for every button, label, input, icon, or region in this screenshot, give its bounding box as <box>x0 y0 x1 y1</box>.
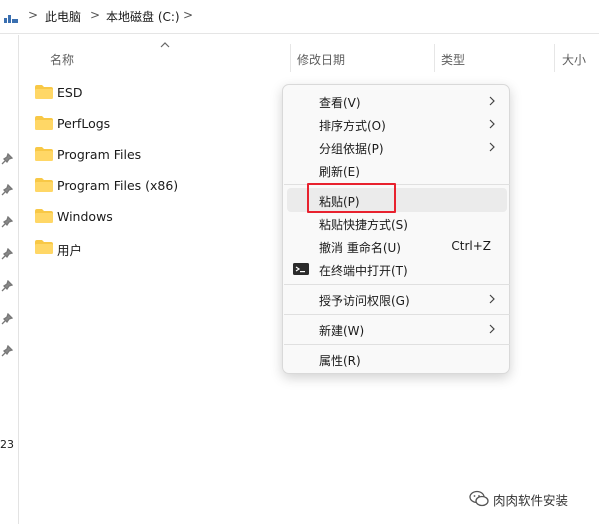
folder-icon <box>35 178 53 192</box>
wechat-icon <box>469 490 489 507</box>
list-item[interactable]: Windows <box>35 207 275 229</box>
folder-icon <box>35 116 53 130</box>
list-item[interactable]: 用户 <box>35 238 275 260</box>
menu-item-label: 粘贴快捷方式(S) <box>319 218 408 232</box>
folder-icon <box>35 209 53 223</box>
chevron-right-icon <box>489 119 495 129</box>
file-name: ESD <box>57 85 83 100</box>
column-header-name[interactable]: 名称 <box>50 51 74 68</box>
breadcrumb-separator[interactable]: > <box>183 8 193 22</box>
breadcrumb-local-disk[interactable]: 本地磁盘 (C:) <box>106 8 180 25</box>
this-pc-icon <box>4 15 18 23</box>
menu-item-view[interactable]: 查看(V) <box>287 89 507 113</box>
chevron-right-icon <box>489 96 495 106</box>
annotation-highlight-box <box>307 183 396 213</box>
menu-divider <box>284 284 510 285</box>
column-divider[interactable] <box>290 44 291 72</box>
menu-item-label: 属性(R) <box>319 354 361 368</box>
menu-item-label: 新建(W) <box>319 324 365 338</box>
column-divider[interactable] <box>554 44 555 72</box>
chevron-right-icon <box>489 294 495 304</box>
menu-item-paste-shortcut[interactable]: 粘贴快捷方式(S) <box>287 211 507 235</box>
pin-icon <box>1 313 13 325</box>
menu-item-label: 撤消 重命名(U) <box>319 241 401 255</box>
column-header-type[interactable]: 类型 <box>441 51 465 68</box>
nav-item-truncated[interactable]: 23 <box>0 438 14 451</box>
chevron-right-icon <box>489 324 495 334</box>
pin-icon <box>1 248 13 260</box>
column-header-modified[interactable]: 修改日期 <box>297 51 345 68</box>
folder-icon <box>35 85 53 99</box>
breadcrumb-this-pc[interactable]: 此电脑 <box>45 8 81 25</box>
chevron-right-icon <box>489 142 495 152</box>
shortcut-hint: Ctrl+Z <box>451 239 491 253</box>
menu-item-group-by[interactable]: 分组依据(P) <box>287 135 507 159</box>
list-item[interactable]: Program Files (x86) <box>35 176 275 198</box>
column-divider[interactable] <box>434 44 435 72</box>
pin-icon <box>1 216 13 228</box>
menu-item-sort-by[interactable]: 排序方式(O) <box>287 112 507 136</box>
pin-icon <box>1 280 13 292</box>
menu-divider <box>284 314 510 315</box>
watermark-text: 肉肉软件安装 <box>493 493 569 508</box>
pin-icon <box>1 345 13 357</box>
address-bar[interactable]: > 此电脑 > 本地磁盘 (C:) > <box>0 0 599 34</box>
menu-item-label: 刷新(E) <box>319 165 360 179</box>
file-name: Program Files <box>57 147 142 162</box>
menu-item-label: 在终端中打开(T) <box>319 264 408 278</box>
context-menu: 查看(V) 排序方式(O) 分组依据(P) 刷新(E) 粘贴(P) 粘贴快捷方式… <box>282 84 510 374</box>
menu-item-label: 授予访问权限(G) <box>319 294 410 308</box>
folder-icon <box>35 240 53 254</box>
pin-icon <box>1 184 13 196</box>
file-name: Windows <box>57 209 113 224</box>
file-name: Program Files (x86) <box>57 178 179 193</box>
column-header-size[interactable]: 大小 <box>562 51 586 68</box>
list-item[interactable]: ESD <box>35 83 275 105</box>
menu-item-open-in-terminal[interactable]: 在终端中打开(T) <box>287 257 507 281</box>
file-name: 用户 <box>57 243 83 258</box>
menu-item-label: 分组依据(P) <box>319 142 384 156</box>
menu-divider <box>284 344 510 345</box>
navigation-pane[interactable]: 23 <box>0 35 19 524</box>
menu-item-properties[interactable]: 属性(R) <box>287 347 507 371</box>
list-item[interactable]: PerfLogs <box>35 114 275 136</box>
breadcrumb-separator[interactable]: > <box>28 8 38 22</box>
breadcrumb-separator[interactable]: > <box>90 8 100 22</box>
menu-item-undo-rename[interactable]: 撤消 重命名(U) Ctrl+Z <box>287 234 507 258</box>
menu-item-give-access[interactable]: 授予访问权限(G) <box>287 287 507 311</box>
menu-item-refresh[interactable]: 刷新(E) <box>287 158 507 182</box>
file-name: PerfLogs <box>57 116 111 131</box>
sort-ascending-icon <box>160 42 170 48</box>
menu-item-new[interactable]: 新建(W) <box>287 317 507 341</box>
list-item[interactable]: Program Files <box>35 145 275 167</box>
menu-item-label: 查看(V) <box>319 96 361 110</box>
pin-icon <box>1 153 13 165</box>
folder-icon <box>35 147 53 161</box>
terminal-icon <box>293 263 309 275</box>
menu-item-label: 排序方式(O) <box>319 119 386 133</box>
